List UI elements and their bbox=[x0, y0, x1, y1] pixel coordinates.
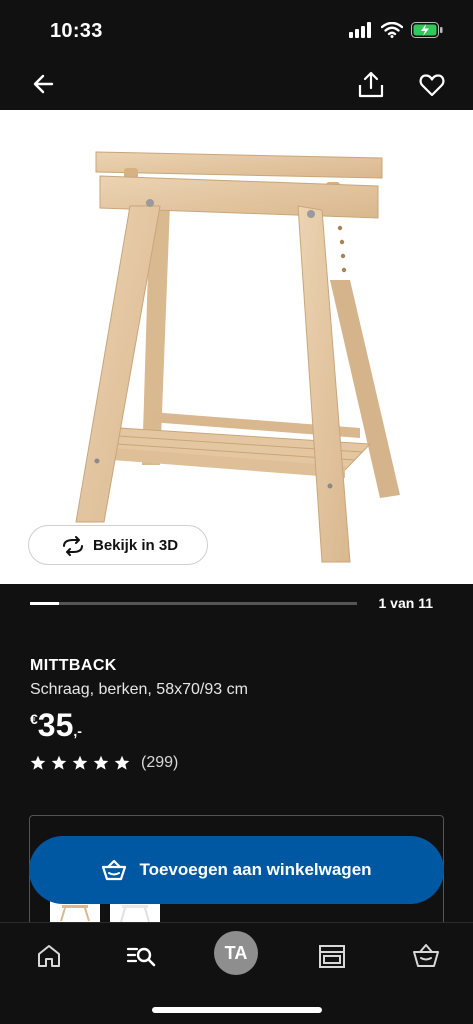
home-indicator bbox=[152, 1007, 322, 1013]
product-description: Schraag, berken, 58x70/93 cm bbox=[30, 681, 248, 698]
battery-charging-icon bbox=[411, 22, 443, 38]
price-suffix: ,- bbox=[73, 723, 82, 739]
profile-avatar[interactable]: TA bbox=[214, 931, 258, 975]
status-icons bbox=[349, 22, 443, 38]
rating-count: (299) bbox=[141, 754, 179, 771]
wifi-icon bbox=[381, 22, 403, 38]
add-to-cart-button[interactable]: Toevoegen aan winkelwagen bbox=[29, 836, 444, 904]
star-icon bbox=[51, 755, 67, 770]
cellular-signal-icon bbox=[349, 22, 371, 38]
top-nav bbox=[0, 60, 473, 110]
gallery-progress-bar bbox=[30, 602, 357, 605]
product-name: MITTBACK bbox=[30, 657, 117, 674]
star-icon bbox=[72, 755, 88, 770]
view-3d-label: Bekijk in 3D bbox=[93, 536, 179, 554]
share-icon[interactable] bbox=[357, 70, 385, 100]
home-icon[interactable] bbox=[34, 941, 64, 971]
gallery-progress-fill bbox=[30, 602, 60, 605]
status-bar: 10:33 bbox=[0, 0, 473, 60]
search-icon[interactable] bbox=[126, 941, 156, 971]
status-time: 10:33 bbox=[50, 20, 103, 42]
back-arrow-icon[interactable] bbox=[30, 70, 58, 98]
star-icon bbox=[93, 755, 109, 770]
product-image-gallery[interactable]: Bekijk in 3D bbox=[0, 110, 473, 584]
star-icon bbox=[30, 755, 46, 770]
gallery-page-counter: 1 van 11 bbox=[378, 595, 434, 611]
price-currency: € bbox=[30, 711, 38, 727]
rotate-3d-icon bbox=[63, 536, 83, 556]
product-price: € 35 ,- bbox=[30, 707, 82, 743]
add-to-cart-label: Toevoegen aan winkelwagen bbox=[139, 860, 372, 879]
shopping-basket-icon[interactable] bbox=[411, 941, 441, 971]
view-3d-button[interactable]: Bekijk in 3D bbox=[28, 525, 208, 565]
rating[interactable]: (299) bbox=[30, 754, 178, 772]
price-value: 35 bbox=[37, 707, 74, 743]
store-icon[interactable] bbox=[317, 941, 347, 971]
star-icon bbox=[114, 755, 130, 770]
product-image bbox=[75, 151, 400, 563]
shopping-basket-icon bbox=[102, 859, 127, 881]
heart-icon[interactable] bbox=[419, 72, 445, 98]
